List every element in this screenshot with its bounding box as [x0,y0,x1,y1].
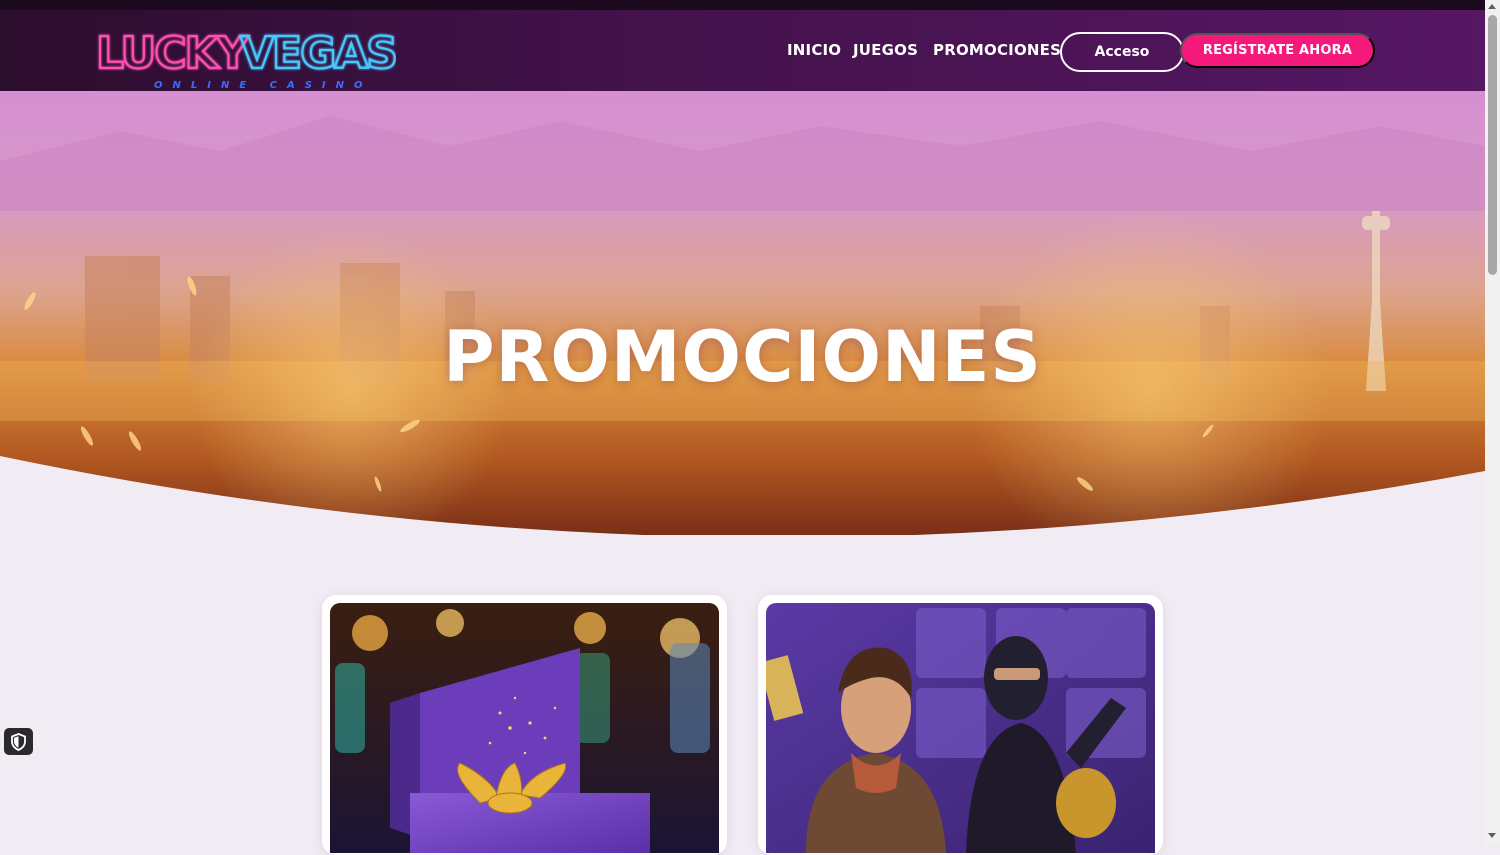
page-scrollbar[interactable] [1485,0,1500,844]
gift-box-icon [330,603,719,853]
shield-icon [11,732,26,751]
site-header: LUCKY VEGAS ONLINE CASINO INICIO JUEGOS … [0,10,1485,91]
scroll-down-arrow-icon[interactable] [1488,833,1496,838]
login-button[interactable]: Acceso [1060,32,1184,72]
scroll-thumb[interactable] [1488,15,1497,275]
promo-card-image [330,603,719,853]
logo-word-vegas: VEGAS [240,28,396,79]
logo-tagline: ONLINE CASINO [154,80,373,88]
privacy-settings-button[interactable] [4,728,33,755]
logo-word-lucky: LUCKY [96,28,250,79]
scroll-up-arrow-icon[interactable] [1488,4,1496,9]
promo-card[interactable] [758,595,1163,855]
nav-inicio[interactable]: INICIO [787,41,841,59]
slot-characters-image [766,603,1155,853]
top-strip [0,0,1485,10]
nav-promociones[interactable]: PROMOCIONES [933,41,1061,59]
hero-banner: PROMOCIONES [0,91,1485,535]
lucky-vegas-logo[interactable]: LUCKY VEGAS ONLINE CASINO [94,18,396,88]
register-button[interactable]: REGÍSTRATE AHORA [1180,33,1375,68]
promo-card[interactable] [322,595,727,855]
hero-cityscape-image [0,91,1485,535]
nav-juegos[interactable]: JUEGOS [853,41,918,59]
page-title: PROMOCIONES [443,315,1042,398]
promo-card-image [766,603,1155,853]
